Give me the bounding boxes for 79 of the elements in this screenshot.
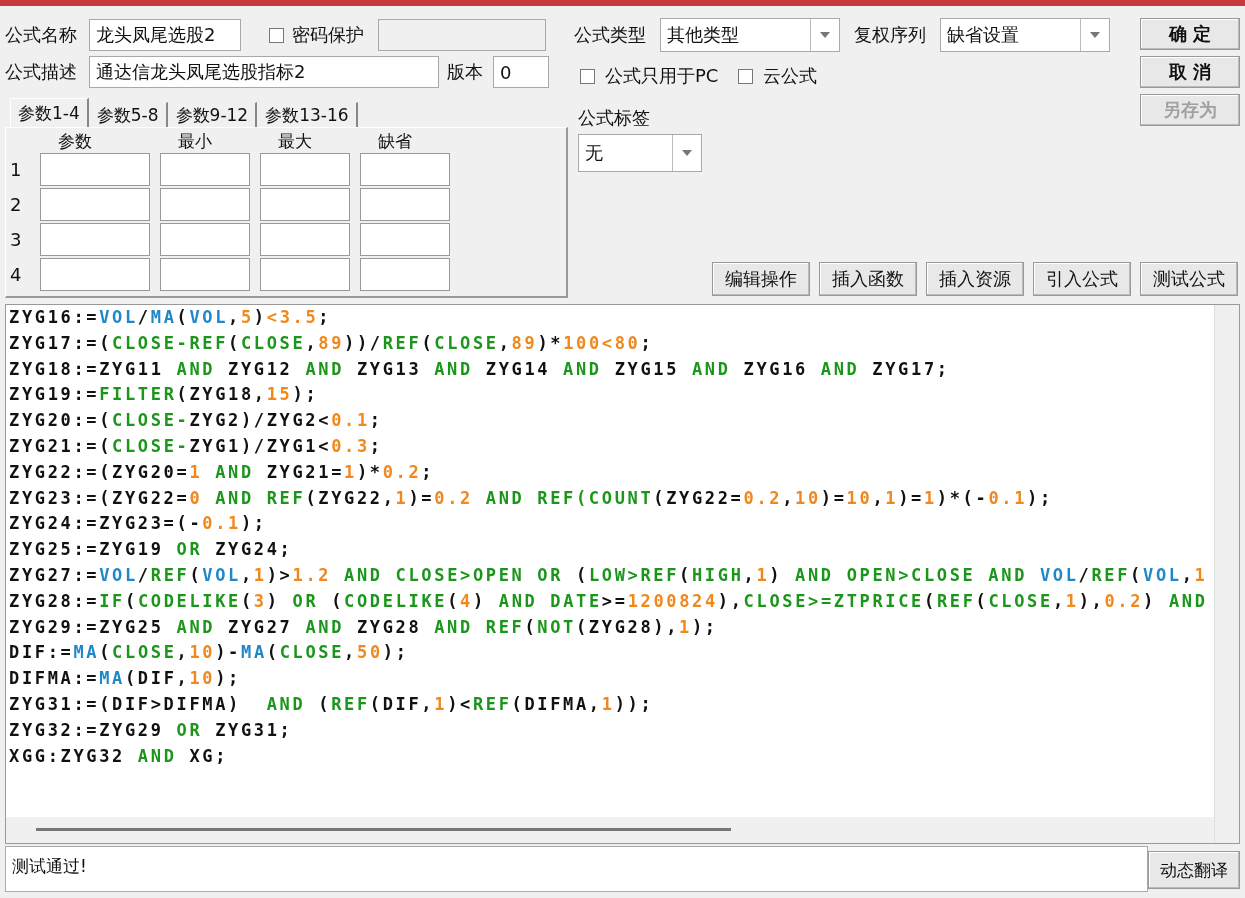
tab[interactable]: 参数13-16 [257,102,358,128]
status-message: 测试通过! [5,846,1148,892]
code-line: ZYG16:=VOL/MA(VOL,5)<3.5; [9,306,332,329]
name-field[interactable]: 龙头凤尾选股2 [89,19,241,51]
parameter-field[interactable] [160,223,250,256]
parameter-field[interactable] [260,153,350,186]
toolbar-button[interactable]: 引入公式 [1033,262,1131,296]
code-line: ZYG27:=VOL/REF(VOL,1)>1.2 AND CLOSE>OPEN OR (LOW>REF(HIGH,1) AND OPEN>CLOSE AND VOL/REF(VOL,1 [9,563,1208,587]
code-line: ZYG25:=ZYG19 OR ZYG24; [9,538,293,562]
tag-dropdown[interactable]: 无 [578,134,702,172]
row-number: 4 [10,264,23,285]
tab[interactable]: 参数1-4 [10,98,89,128]
code-line: DIFMA:=MA(DIF,10); [9,667,241,691]
parameter-field[interactable] [40,223,150,256]
code-line: ZYG17:=(CLOSE-REF(CLOSE,89))/REF(CLOSE,89)*100<80; [9,331,654,355]
field-label: 公式类型 [574,23,646,47]
code-line: XGG:ZYG32 AND XG; [9,744,229,768]
parameter-field[interactable] [260,258,350,291]
type-dropdown[interactable]: 其他类型 [660,18,840,52]
parameter-field[interactable] [360,188,450,221]
parameter-field[interactable] [360,258,450,291]
code-line: ZYG31:=(DIF>DIFMA) AND (REF(DIF,1)<REF(DIFMA,1)); [9,692,654,716]
toolbar-button[interactable]: 插入资源 [926,262,1024,296]
toolbar-button[interactable]: 测试公式 [1140,262,1238,296]
parameter-field[interactable] [40,188,150,221]
translate-button[interactable]: 动态翻译 [1148,851,1240,889]
parameter-field[interactable] [160,188,250,221]
dropdown-arrow-icon [1090,32,1100,38]
vertical-scrollbar[interactable] [1214,305,1239,843]
tab[interactable]: 参数9-12 [167,102,258,128]
field-label: 公式描述 [5,60,77,84]
checkbox-label: 公式只用于PC [605,64,719,88]
checkbox[interactable] [269,27,284,43]
row-number: 2 [10,194,23,215]
field-label: 版本 [447,60,483,84]
tab[interactable]: 参数5-8 [88,102,168,128]
column-header: 最小 [177,130,213,153]
checkbox[interactable] [580,68,595,84]
toolbar-button[interactable]: 编辑操作 [712,262,810,296]
dropdown-arrow-icon [682,150,692,156]
row-number: 3 [10,229,23,250]
code-line: ZYG20:=(CLOSE-ZYG2)/ZYG2<0.1; [9,409,383,433]
checkbox-label: 云公式 [763,64,818,88]
dialog-button[interactable]: 取 消 [1140,56,1240,88]
dialog-button[interactable]: 确 定 [1140,18,1240,50]
code-line: ZYG23:=(ZYG22=0 AND REF(ZYG22,1)=0.2 AND REF(COUNT(ZYG22=0.2,10)=10,1)=1)*(-0.1); [9,486,1053,510]
field-label: 公式标签 [578,106,651,130]
column-header: 参数 [57,130,93,153]
code-line: ZYG18:=ZYG11 AND ZYG12 AND ZYG13 AND ZYG14 AND ZYG15 AND ZYG16 AND ZYG17; [9,357,950,381]
column-header: 缺省 [377,130,413,153]
parameter-field[interactable] [360,153,450,186]
field-label: 公式名称 [5,23,77,47]
code-line: ZYG24:=ZYG23=(-0.1); [9,512,267,536]
toolbar-button[interactable]: 插入函数 [819,262,917,296]
checkbox-label: 密码保护 [292,23,364,47]
field-label: 复权序列 [854,23,926,47]
parameter-field[interactable] [40,258,150,291]
code-line: DIF:=MA(CLOSE,10)-MA(CLOSE,50); [9,641,409,665]
code-line: ZYG28:=IF(CODELIKE(3) OR (CODELIKE(4) AND DATE>=1200824),CLOSE>=ZTPRICE(REF(CLOSE,1),0.2) AND [9,589,1208,613]
code-line: ZYG22:=(ZYG20=1 AND ZYG21=1)*0.2; [9,460,435,484]
parameter-field[interactable] [260,223,350,256]
parameter-field[interactable] [160,153,250,186]
code-editor[interactable] [5,304,1240,844]
description-field[interactable]: 通达信龙头凤尾选股指标2 [89,56,439,88]
parameter-field[interactable] [260,188,350,221]
column-header: 最大 [277,130,313,153]
parameter-field[interactable] [360,223,450,256]
parameter-field[interactable] [40,153,150,186]
code-line: ZYG19:=FILTER(ZYG18,15); [9,383,319,407]
parameter-field[interactable] [160,258,250,291]
code-line: ZYG29:=ZYG25 AND ZYG27 AND ZYG28 AND REF(NOT(ZYG28),1); [9,615,718,639]
horizontal-scrollbar[interactable] [6,817,1214,843]
row-number: 1 [10,159,23,180]
rights-dropdown[interactable]: 缺省设置 [940,18,1110,52]
dropdown-arrow-icon [820,32,830,38]
code-line: ZYG32:=ZYG29 OR ZYG31; [9,718,293,742]
checkbox[interactable] [738,68,754,84]
code-line: ZYG21:=(CLOSE-ZYG1)/ZYG1<0.3; [9,435,383,458]
version-field[interactable]: 0 [493,56,549,88]
